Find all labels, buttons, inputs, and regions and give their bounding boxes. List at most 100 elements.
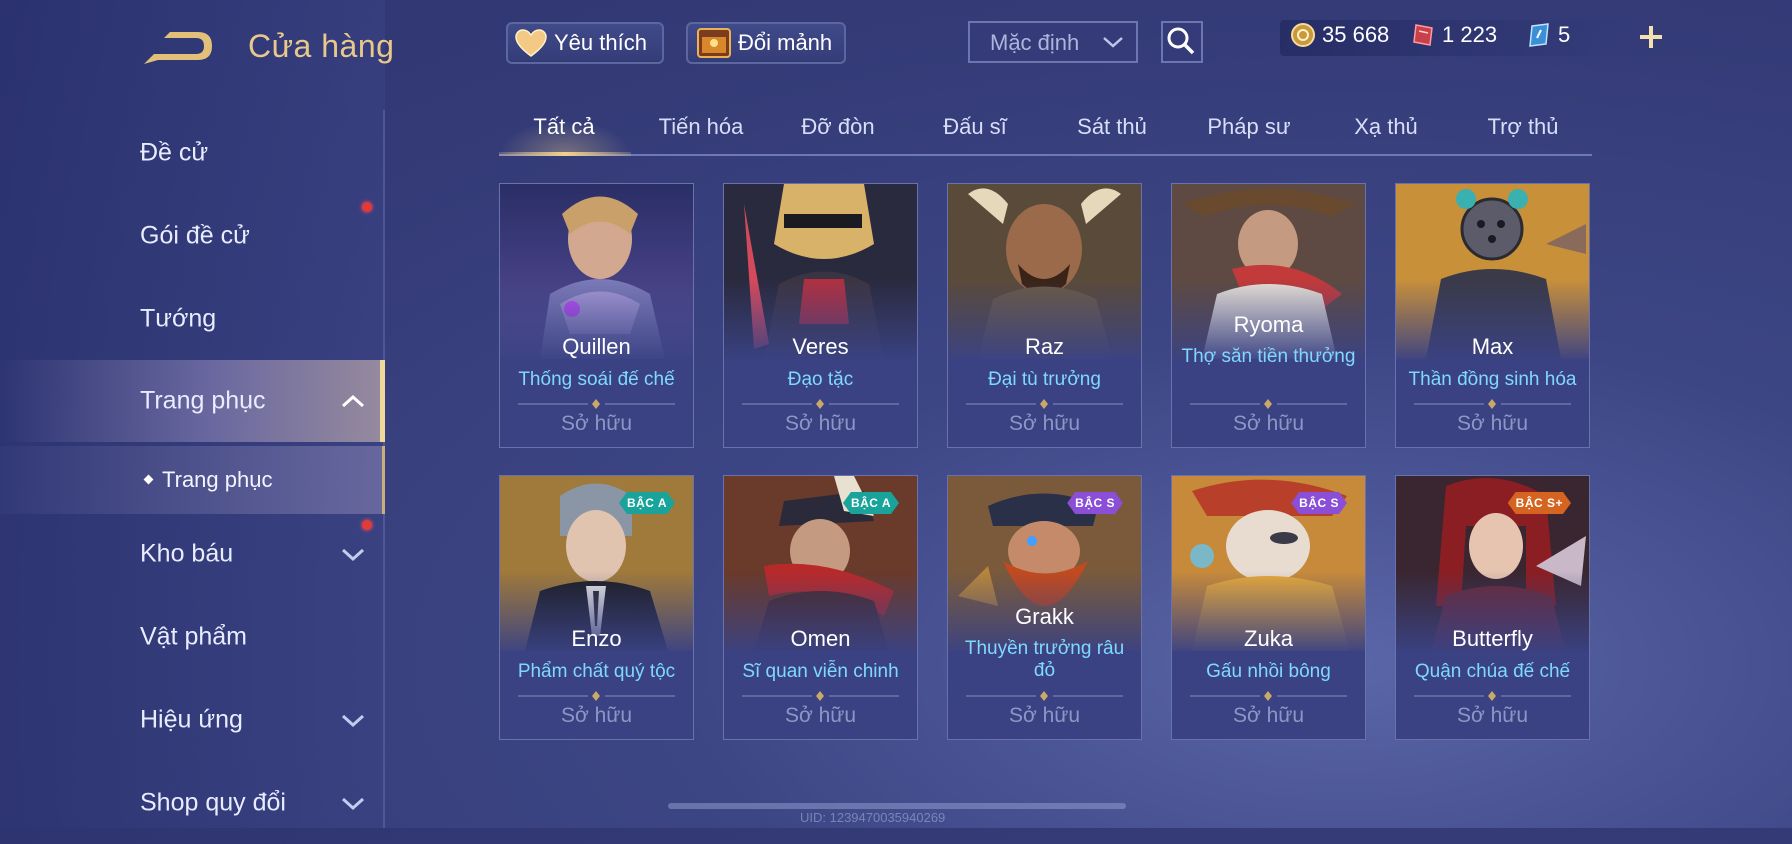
tab-support[interactable]: Trợ thủ [1455,114,1591,140]
skin-card-grakk[interactable]: BẬC S Grakk Thuyền trưởng râu đỏ Sở hữu [947,475,1142,740]
sidebar-item-label: Trang phục [140,386,266,415]
skin-card-enzo[interactable]: BẬC A Enzo Phẩm chất quý tộc Sở hữu [499,475,694,740]
ownership-status: Sở hữu [560,704,633,727]
tier-badge: BẬC S [1067,492,1123,514]
sidebar-item-treasure[interactable]: Kho báu [0,513,385,595]
card-fade [948,279,1141,379]
search-icon [1167,27,1195,55]
hero-name: Quillen [562,334,631,359]
sidebar-item-label: Vật phẩm [140,622,248,651]
ornament-divider-icon [966,399,1123,409]
tab-mage[interactable]: Pháp sư [1181,114,1317,140]
hero-name: Enzo [571,626,622,651]
hero-name: Butterfly [1452,626,1533,651]
card-fade [1396,279,1589,379]
hero-name: Veres [792,334,849,359]
tier-badge: BẬC A [843,492,899,514]
ornament-divider-icon [1414,691,1571,701]
sort-dropdown[interactable]: Mặc định [968,21,1138,63]
plus-icon [1640,26,1662,48]
shard-exchange-label: Đổi mảnh [738,30,833,55]
sidebar-subitem-label: Trang phục [162,467,273,492]
card-amount: 5 [1558,22,1571,47]
hero-name: Omen [790,626,851,651]
chevron-down-icon [341,714,365,728]
skin-card-butterfly[interactable]: BẬC S+ Butterfly Quận chúa đế chế Sở hữu [1395,475,1590,740]
chevron-down-icon [341,548,365,562]
sidebar-item-items[interactable]: Vật phẩm [0,596,385,678]
skin-name: Đạo tặc [787,369,854,390]
sidebar-item-skins[interactable]: Trang phục [0,360,385,442]
user-id: UID: 1239470035940269 [800,810,946,825]
chevron-up-icon [341,394,365,408]
ornament-divider-icon [518,691,675,701]
sidebar-item-effects[interactable]: Hiệu ứng [0,679,385,761]
tab-evolution[interactable]: Tiến hóa [633,114,769,140]
tier-badge: BẬC S [1291,492,1347,514]
diamond-bullet-icon [143,474,154,485]
back-arrow-icon[interactable] [140,28,216,68]
ownership-status: Sở hữu [1008,704,1081,727]
skin-card-quillen[interactable]: Quillen Thống soái đế chế Sở hữu [499,183,694,448]
ownership-status: Sở hữu [1232,704,1305,727]
tab-tank[interactable]: Đỡ đòn [770,114,906,140]
voucher-amount: 1 223 [1442,22,1498,47]
skin-card-veres[interactable]: Veres Đạo tặc Sở hữu [723,183,918,448]
skin-card-omen[interactable]: BẬC A Omen Sĩ quan viễn chinh Sở hữu [723,475,918,740]
ornament-divider-icon [1190,399,1347,409]
card-fade [500,571,693,671]
add-currency-button[interactable] [1636,22,1666,52]
sidebar-item-heroes[interactable]: Tướng [0,278,385,360]
sidebar-item-label: Đề cử [140,138,209,167]
tab-assassin[interactable]: Sát thủ [1044,114,1180,140]
tier-badge: BẬC A [619,492,675,514]
ornament-divider-icon [1414,399,1571,409]
skin-card-zuka[interactable]: BẬC S Zuka Gấu nhồi bông Sở hữu [1171,475,1366,740]
active-tab-indicator [499,152,631,156]
ownership-status: Sở hữu [1232,412,1305,435]
card-fade [1172,571,1365,671]
ownership-status: Sở hữu [1456,704,1529,727]
sidebar-item-featured-bundles[interactable]: Gói đề cử [0,195,385,277]
skin-name: Thuyền trưởng râu đỏ [964,638,1125,681]
sidebar-item-label: Shop quy đổi [140,788,286,817]
sidebar-item-label: Hiệu ứng [140,705,243,734]
sidebar-item-featured[interactable]: Đề cử [0,112,385,194]
sidebar-item-exchange-shop[interactable]: Shop quy đổi [0,762,385,844]
hero-name: Max [1471,334,1514,359]
sidebar-item-label: Kho báu [140,539,234,568]
tab-all[interactable]: Tất cả [496,114,632,140]
favorites-label: Yêu thích [554,30,647,55]
ornament-divider-icon [742,691,899,701]
shard-exchange-button[interactable]: Đổi mảnh [686,22,846,64]
skin-card-ryoma[interactable]: Ryoma Thợ săn tiền thưởng Sở hữu [1171,183,1366,448]
search-button[interactable] [1161,21,1203,63]
favorites-button[interactable]: Yêu thích [506,22,664,64]
skin-card-raz[interactable]: Raz Đại tù trưởng Sở hữu [947,183,1142,448]
notification-dot [362,202,372,212]
sidebar-item-label: Tướng [140,304,217,333]
tab-marksman[interactable]: Xạ thủ [1318,114,1454,140]
hero-name: Ryoma [1233,312,1304,337]
ownership-status: Sở hữu [1008,412,1081,435]
card-currency: 5 [1526,22,1570,48]
ownership-status: Sở hữu [560,412,633,435]
skin-card-max[interactable]: Max Thần đồng sinh hóa Sở hữu [1395,183,1590,448]
gold-amount: 35 668 [1322,22,1390,47]
red-voucher-icon [1413,24,1433,46]
notification-dot [362,520,372,530]
page-title: Cửa hàng [248,28,395,64]
hero-name: Zuka [1244,626,1293,651]
ornament-divider-icon [966,691,1123,701]
sidebar-item-label: Gói đề cử [140,221,250,250]
tabs-divider [499,154,1592,156]
ornament-divider-icon [1190,691,1347,701]
blue-card-icon [1529,23,1549,47]
skin-name: Sĩ quan viễn chinh [742,661,899,682]
hero-name: Grakk [1015,604,1074,629]
sidebar-subitem-skins[interactable]: Trang phục [0,446,385,514]
gold-currency: 35 668 [1290,22,1389,48]
horizontal-scrollbar[interactable] [668,803,1126,809]
tier-badge: BẬC S+ [1508,492,1571,514]
tab-fighter[interactable]: Đấu sĩ [907,114,1043,140]
